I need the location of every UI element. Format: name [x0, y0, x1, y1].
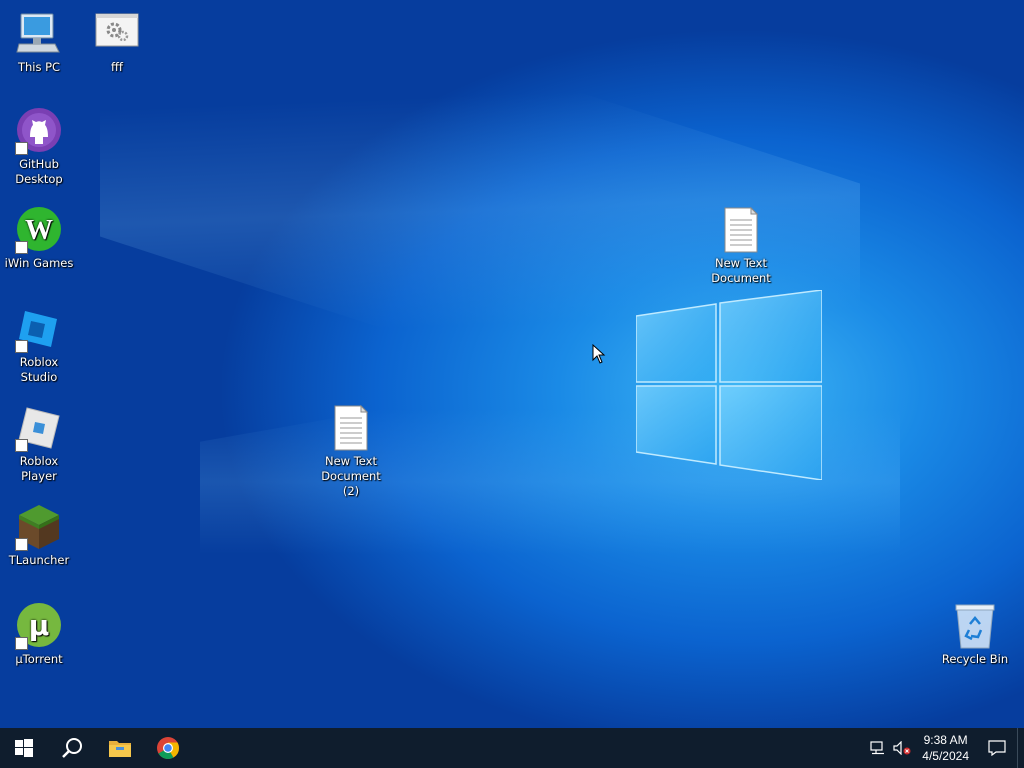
shortcut-arrow-icon [15, 340, 28, 353]
chrome-button[interactable] [144, 728, 192, 768]
desktop-icon-recycle-bin[interactable]: Recycle Bin [937, 602, 1013, 667]
desktop-icon-label: Roblox Studio [19, 355, 59, 384]
svg-text:W: W [25, 215, 53, 246]
iwin-games-icon: W [15, 206, 63, 254]
desktop-icon-tlauncher[interactable]: TLauncher [1, 503, 77, 568]
text-document-icon [327, 404, 375, 452]
volume-muted-icon[interactable] [890, 728, 914, 768]
shortcut-arrow-icon [15, 142, 28, 155]
desktop-icon-label: GitHub Desktop [15, 157, 63, 186]
desktop-icon-label: fff [111, 60, 123, 74]
show-desktop-button[interactable] [1017, 728, 1024, 768]
windows-start-icon [15, 739, 33, 757]
shortcut-arrow-icon [15, 439, 28, 452]
desktop-icon-github-desktop[interactable]: GitHub Desktop [1, 107, 77, 187]
start-button[interactable] [0, 728, 48, 768]
desktop-icon-new-text-document[interactable]: New Text Document [703, 206, 779, 286]
this-pc-icon [15, 10, 63, 58]
roblox-player-icon [15, 404, 63, 452]
taskbar-clock[interactable]: 9:38 AM 4/5/2024 [914, 732, 977, 764]
utorrent-icon: µ [15, 602, 63, 650]
mouse-cursor-icon [592, 344, 606, 364]
text-document-icon [717, 206, 765, 254]
desktop-icon-label: Recycle Bin [941, 652, 1009, 666]
settings-file-icon [93, 10, 141, 58]
search-icon [62, 738, 82, 758]
roblox-studio-icon [15, 305, 63, 353]
action-center-button[interactable] [977, 728, 1017, 768]
search-button[interactable] [48, 728, 96, 768]
taskbar: 9:38 AM 4/5/2024 [0, 728, 1024, 768]
desktop-icon-label: This PC [17, 60, 61, 74]
desktop-icon-iwin-games[interactable]: W iWin Games [1, 206, 77, 271]
shortcut-arrow-icon [15, 538, 28, 551]
action-center-icon [988, 740, 1006, 756]
svg-text:µ: µ [29, 609, 50, 642]
github-desktop-icon [15, 107, 63, 155]
shortcut-arrow-icon [15, 241, 28, 254]
recycle-bin-icon [951, 602, 999, 650]
desktop-icon-roblox-studio[interactable]: Roblox Studio [1, 305, 77, 385]
file-explorer-icon [109, 741, 131, 757]
desktop-icon-label: iWin Games [4, 256, 74, 270]
desktop-icon-new-text-document-2[interactable]: New Text Document (2) [313, 404, 389, 499]
desktop-icon-this-pc[interactable]: This PC [1, 10, 77, 75]
desktop-icon-label: New Text Document (2) [321, 454, 381, 498]
desktop-icon-utorrent[interactable]: µ µTorrent [1, 602, 77, 667]
desktop-icon-label: TLauncher [8, 553, 70, 567]
system-tray: 9:38 AM 4/5/2024 [866, 728, 1024, 768]
desktop-icon-roblox-player[interactable]: Roblox Player [1, 404, 77, 484]
desktop-background[interactable]: This PC fff GitHub Desktop W iWin Games … [0, 0, 1024, 728]
desktop-icon-label: µTorrent [15, 652, 63, 666]
tlauncher-icon [15, 503, 63, 551]
network-icon[interactable] [866, 728, 890, 768]
desktop-icon-label: New Text Document [711, 256, 771, 285]
clock-time: 9:38 AM [923, 733, 968, 747]
windows-logo-wallpaper [636, 290, 822, 480]
chrome-icon [157, 737, 179, 759]
desktop-icon-fff[interactable]: fff [79, 10, 155, 75]
clock-date: 4/5/2024 [922, 749, 969, 763]
file-explorer-button[interactable] [96, 728, 144, 768]
shortcut-arrow-icon [15, 637, 28, 650]
desktop-icon-label: Roblox Player [19, 454, 59, 483]
